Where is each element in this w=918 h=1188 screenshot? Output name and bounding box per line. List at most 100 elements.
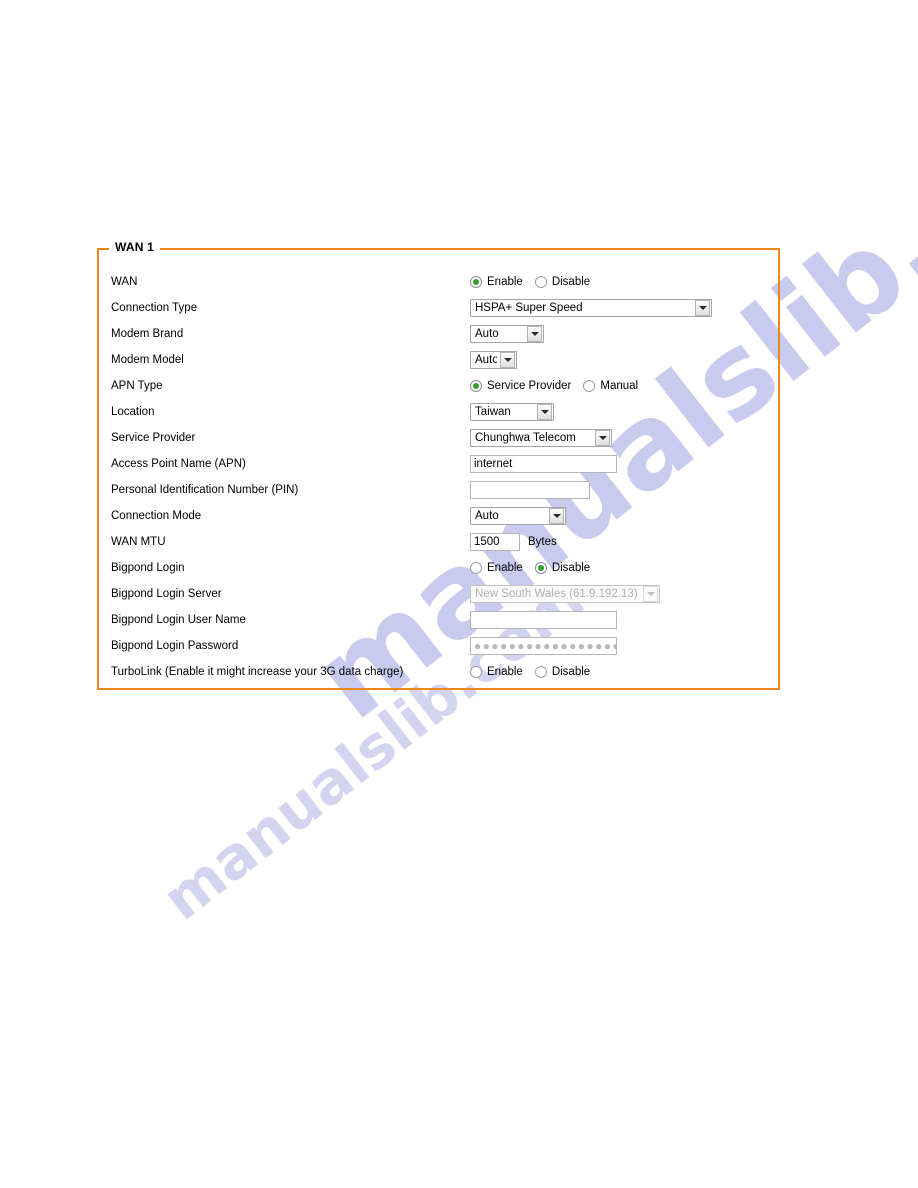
modem-brand-select[interactable]: Auto [470, 325, 544, 343]
wan-radio-group[interactable]: Enable Disable [470, 276, 602, 288]
turbolink-radio-disable-label: Disable [551, 666, 591, 678]
apn-type-radio-service-provider[interactable]: Service Provider [470, 380, 571, 392]
radio-unselected-icon [583, 380, 596, 392]
label-apn: Access Point Name (APN) [111, 458, 246, 470]
chevron-down-icon[interactable] [643, 586, 658, 602]
label-bigpond-password: Bigpond Login Password [111, 640, 239, 652]
label-location: Location [111, 406, 155, 418]
row-connection-mode: Connection Mode Auto [99, 503, 782, 529]
chevron-down-icon[interactable] [537, 404, 552, 420]
row-service-provider: Service Provider Chunghwa Telecom [99, 425, 782, 451]
row-modem-model: Modem Model Auto [99, 347, 782, 373]
control-apn-type: Service Provider Manual [470, 373, 650, 399]
row-bigpond-user: Bigpond Login User Name [99, 607, 782, 633]
bigpond-server-select[interactable]: New South Wales (61.9.192.13) [470, 585, 660, 603]
control-pin [470, 477, 590, 503]
control-turbolink: Enable Disable [470, 659, 602, 685]
connection-type-value: HSPA+ Super Speed [475, 302, 583, 314]
bigpond-login-radio-enable-label: Enable [487, 562, 523, 574]
panel-legend: WAN 1 [109, 240, 161, 254]
control-wan: Enable Disable [470, 269, 602, 295]
control-bigpond-server: New South Wales (61.9.192.13) [470, 581, 660, 607]
row-bigpond-password: Bigpond Login Password ●●●●●●●●●●●●●●●●●… [99, 633, 782, 659]
connection-type-select[interactable]: HSPA+ Super Speed [470, 299, 712, 317]
turbolink-radio-group[interactable]: Enable Disable [470, 666, 602, 678]
apn-type-radio-group[interactable]: Service Provider Manual [470, 380, 650, 392]
turbolink-radio-enable[interactable]: Enable [470, 666, 523, 678]
row-turbolink: TurboLink (Enable it might increase your… [99, 659, 782, 685]
row-wan: WAN Enable Disable [99, 269, 782, 295]
label-bigpond-login: Bigpond Login [111, 562, 185, 574]
row-location: Location Taiwan [99, 399, 782, 425]
row-apn: Access Point Name (APN) internet [99, 451, 782, 477]
label-service-provider: Service Provider [111, 432, 196, 444]
control-bigpond-user [470, 607, 617, 633]
wan-mtu-unit-label: Bytes [528, 536, 557, 548]
radio-selected-icon [470, 276, 482, 288]
turbolink-radio-disable[interactable]: Disable [534, 666, 591, 678]
chevron-down-icon[interactable] [549, 508, 564, 524]
radio-unselected-icon [470, 666, 482, 678]
radio-selected-icon [534, 562, 547, 574]
label-wan-mtu: WAN MTU [111, 536, 166, 548]
wan1-settings-panel: WAN 1 WAN Enable Disable Connection Type… [97, 240, 782, 690]
radio-selected-icon [470, 380, 482, 392]
modem-brand-value: Auto [475, 328, 499, 340]
control-location: Taiwan [470, 399, 554, 425]
row-connection-type: Connection Type HSPA+ Super Speed [99, 295, 782, 321]
chevron-down-icon[interactable] [500, 352, 515, 368]
modem-model-select[interactable]: Auto [470, 351, 517, 369]
apn-type-radio-manual-label: Manual [600, 380, 639, 392]
service-provider-value: Chunghwa Telecom [475, 432, 576, 444]
turbolink-radio-enable-label: Enable [487, 666, 523, 678]
apn-type-radio-manual[interactable]: Manual [583, 380, 638, 392]
bigpond-login-radio-disable-label: Disable [551, 562, 591, 574]
row-wan-mtu: WAN MTU 1500 Bytes [99, 529, 782, 555]
bigpond-user-input[interactable] [470, 611, 617, 629]
row-pin: Personal Identification Number (PIN) [99, 477, 782, 503]
pin-input[interactable] [470, 481, 590, 499]
label-apn-type: APN Type [111, 380, 163, 392]
label-connection-mode: Connection Mode [111, 510, 202, 522]
row-bigpond-server: Bigpond Login Server New South Wales (61… [99, 581, 782, 607]
service-provider-select[interactable]: Chunghwa Telecom [470, 429, 612, 447]
chevron-down-icon[interactable] [595, 430, 610, 446]
label-bigpond-user: Bigpond Login User Name [111, 614, 246, 626]
chevron-down-icon[interactable] [527, 326, 542, 342]
control-apn: internet [470, 451, 617, 477]
control-bigpond-password: ●●●●●●●●●●●●●●●●●●●●●● [470, 633, 617, 659]
wan-radio-enable-label: Enable [487, 276, 523, 288]
label-wan: WAN [111, 276, 138, 288]
control-modem-brand: Auto [470, 321, 544, 347]
apn-type-radio-service-provider-label: Service Provider [487, 380, 572, 392]
chevron-down-icon[interactable] [695, 300, 710, 316]
wan-mtu-input[interactable]: 1500 [470, 533, 520, 551]
bigpond-password-input[interactable]: ●●●●●●●●●●●●●●●●●●●●●● [470, 637, 617, 655]
control-modem-model: Auto [470, 347, 517, 373]
modem-model-value: Auto [475, 354, 497, 366]
apn-input[interactable]: internet [470, 455, 617, 473]
bigpond-login-radio-disable[interactable]: Disable [534, 562, 591, 574]
radio-unselected-icon [534, 666, 547, 678]
bigpond-login-radio-group[interactable]: Enable Disable [470, 562, 602, 574]
control-bigpond-login: Enable Disable [470, 555, 602, 581]
wan-radio-enable[interactable]: Enable [470, 276, 523, 288]
connection-mode-select[interactable]: Auto [470, 507, 566, 525]
wan-radio-disable[interactable]: Disable [534, 276, 591, 288]
label-connection-type: Connection Type [111, 302, 198, 314]
label-modem-model: Modem Model [111, 354, 184, 366]
location-value: Taiwan [475, 406, 511, 418]
control-connection-mode: Auto [470, 503, 566, 529]
bigpond-login-radio-enable[interactable]: Enable [470, 562, 523, 574]
control-connection-type: HSPA+ Super Speed [470, 295, 712, 321]
location-select[interactable]: Taiwan [470, 403, 554, 421]
control-wan-mtu: 1500 Bytes [470, 529, 557, 555]
label-pin: Personal Identification Number (PIN) [111, 484, 299, 496]
bigpond-server-value: New South Wales (61.9.192.13) [475, 588, 638, 600]
wan-radio-disable-label: Disable [551, 276, 591, 288]
label-modem-brand: Modem Brand [111, 328, 184, 340]
radio-unselected-icon [534, 276, 547, 288]
connection-mode-value: Auto [475, 510, 499, 522]
label-bigpond-server: Bigpond Login Server [111, 588, 222, 600]
row-apn-type: APN Type Service Provider Manual [99, 373, 782, 399]
